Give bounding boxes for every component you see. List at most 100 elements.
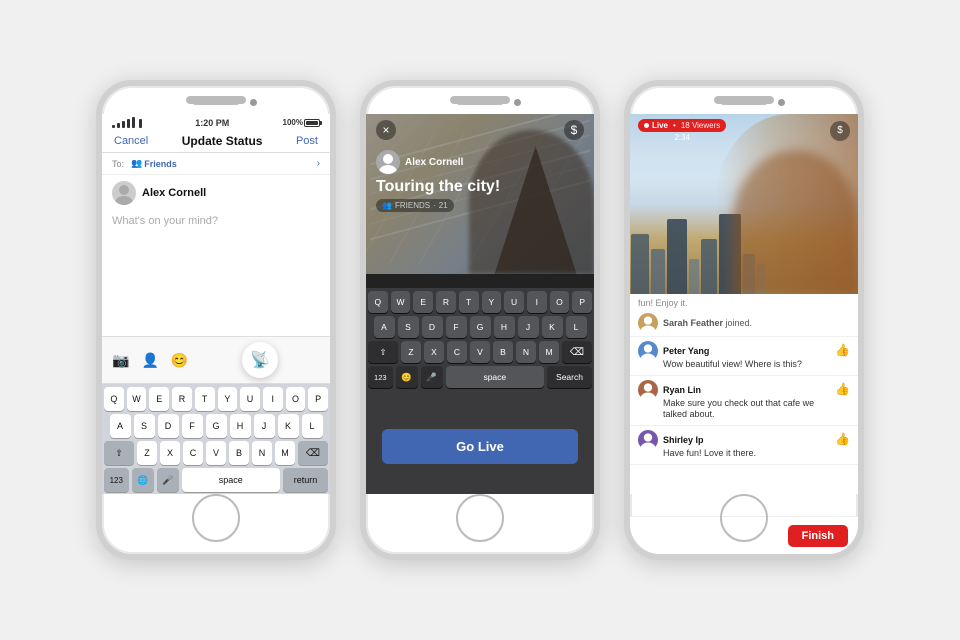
key-mic[interactable]: 🎤 <box>157 468 179 492</box>
key-numbers[interactable]: 123 <box>104 468 129 492</box>
dark-key-k[interactable]: K <box>542 316 563 338</box>
dark-key-g[interactable]: G <box>470 316 491 338</box>
key-z[interactable]: Z <box>137 441 157 465</box>
signal-dot <box>122 121 125 128</box>
key-return[interactable]: return <box>283 468 328 492</box>
keyboard-1: Q W E R T Y U I O P A S D F G H <box>102 384 330 494</box>
key-x[interactable]: X <box>160 441 180 465</box>
key-b[interactable]: B <box>229 441 249 465</box>
share-button[interactable]: $ <box>564 120 584 140</box>
key-g[interactable]: G <box>206 414 227 438</box>
friends-people-icon-2: 👥 <box>382 201 392 210</box>
dark-key-search[interactable]: Search <box>547 366 592 388</box>
emoji-icon[interactable]: 😊 <box>171 352 188 369</box>
dark-key-h[interactable]: H <box>494 316 515 338</box>
comment-body-3: Shirley Ip Have fun! Love it there. <box>663 430 830 460</box>
dark-key-r[interactable]: R <box>436 291 456 313</box>
dark-key-delete[interactable]: ⌫ <box>562 341 592 363</box>
comment-name-0: Sarah Feather <box>663 318 723 328</box>
dark-key-w[interactable]: W <box>391 291 411 313</box>
key-delete[interactable]: ⌫ <box>298 441 328 465</box>
dark-key-x[interactable]: X <box>424 341 444 363</box>
key-s[interactable]: S <box>134 414 155 438</box>
key-i[interactable]: I <box>263 387 283 411</box>
key-h[interactable]: H <box>230 414 251 438</box>
dark-key-space[interactable]: space <box>446 366 544 388</box>
comment-avatar-1 <box>638 341 658 361</box>
to-row[interactable]: To: 👥 Friends › <box>102 153 330 175</box>
comments-area: fun! Enjoy it. Sarah Feather joined. <box>630 294 858 494</box>
friends-selector[interactable]: 👥 Friends <box>131 158 177 169</box>
dark-key-n[interactable]: N <box>516 341 536 363</box>
dark-key-mic[interactable]: 🎤 <box>421 366 443 388</box>
dark-key-m[interactable]: M <box>539 341 559 363</box>
dark-key-j[interactable]: J <box>518 316 539 338</box>
camera-icon[interactable]: 📷 <box>112 352 129 369</box>
key-e[interactable]: E <box>149 387 169 411</box>
dark-key-d[interactable]: D <box>422 316 443 338</box>
dark-key-u[interactable]: U <box>504 291 524 313</box>
key-d[interactable]: D <box>158 414 179 438</box>
key-shift[interactable]: ⇧ <box>104 441 134 465</box>
dark-key-s[interactable]: S <box>398 316 419 338</box>
live-icon-button[interactable]: 📡 <box>242 342 278 378</box>
signal-dot <box>132 117 135 128</box>
dark-key-b[interactable]: B <box>493 341 513 363</box>
dark-key-l[interactable]: L <box>566 316 587 338</box>
key-p[interactable]: P <box>308 387 328 411</box>
dark-key-q[interactable]: Q <box>368 291 388 313</box>
phones-container: 1:20 PM 100% Cancel Update Status Post T… <box>96 80 864 560</box>
phone-1-screen: 1:20 PM 100% Cancel Update Status Post T… <box>102 114 330 494</box>
dark-key-v[interactable]: V <box>470 341 490 363</box>
dark-key-num[interactable]: 123 <box>368 366 393 388</box>
signal-1 <box>112 117 142 128</box>
kb-row-1: Q W E R T Y U I O P <box>104 387 328 411</box>
dark-key-i[interactable]: I <box>527 291 547 313</box>
key-k[interactable]: K <box>278 414 299 438</box>
dark-key-c[interactable]: C <box>447 341 467 363</box>
key-q[interactable]: Q <box>104 387 124 411</box>
key-emoji[interactable]: 🌐 <box>132 468 154 492</box>
dark-key-emoji[interactable]: 😊 <box>396 366 418 388</box>
key-y[interactable]: Y <box>218 387 238 411</box>
status-input[interactable]: What's on your mind? <box>102 211 330 336</box>
dark-key-a[interactable]: A <box>374 316 395 338</box>
key-f[interactable]: F <box>182 414 203 438</box>
key-a[interactable]: A <box>110 414 131 438</box>
like-icon-1[interactable]: 👍 <box>835 343 850 357</box>
key-space[interactable]: space <box>182 468 280 492</box>
signal-dot <box>117 123 120 128</box>
keyboard-toolbar-1: 📷 👤 😊 📡 <box>102 336 330 384</box>
kb-row-4: 123 🌐 🎤 space return <box>104 468 328 492</box>
key-n[interactable]: N <box>252 441 272 465</box>
dark-key-p[interactable]: P <box>572 291 592 313</box>
key-t[interactable]: T <box>195 387 215 411</box>
dark-key-f[interactable]: F <box>446 316 467 338</box>
like-icon-3[interactable]: 👍 <box>835 432 850 446</box>
dark-key-e[interactable]: E <box>413 291 433 313</box>
key-m[interactable]: M <box>275 441 295 465</box>
key-c[interactable]: C <box>183 441 203 465</box>
key-v[interactable]: V <box>206 441 226 465</box>
people-icon[interactable]: 👤 <box>141 352 158 369</box>
dark-key-shift[interactable]: ⇧ <box>368 341 398 363</box>
key-r[interactable]: R <box>172 387 192 411</box>
key-j[interactable]: J <box>254 414 275 438</box>
like-icon-2[interactable]: 👍 <box>835 382 850 396</box>
comment-row-0: Sarah Feather joined. <box>630 310 858 337</box>
dark-key-o[interactable]: O <box>550 291 570 313</box>
dark-key-t[interactable]: T <box>459 291 479 313</box>
share-button-3[interactable]: $ <box>830 121 850 141</box>
key-u[interactable]: U <box>240 387 260 411</box>
close-button[interactable]: × <box>376 120 396 140</box>
kb-row-2: A S D F G H J K L <box>104 414 328 438</box>
key-l[interactable]: L <box>302 414 323 438</box>
key-w[interactable]: W <box>127 387 147 411</box>
avatar-icon-1 <box>638 341 658 361</box>
dark-key-y[interactable]: Y <box>482 291 502 313</box>
post-button[interactable]: Post <box>296 135 318 147</box>
key-o[interactable]: O <box>286 387 306 411</box>
cancel-button[interactable]: Cancel <box>114 135 148 147</box>
go-live-button[interactable]: Go Live <box>382 429 578 464</box>
dark-key-z[interactable]: Z <box>401 341 421 363</box>
